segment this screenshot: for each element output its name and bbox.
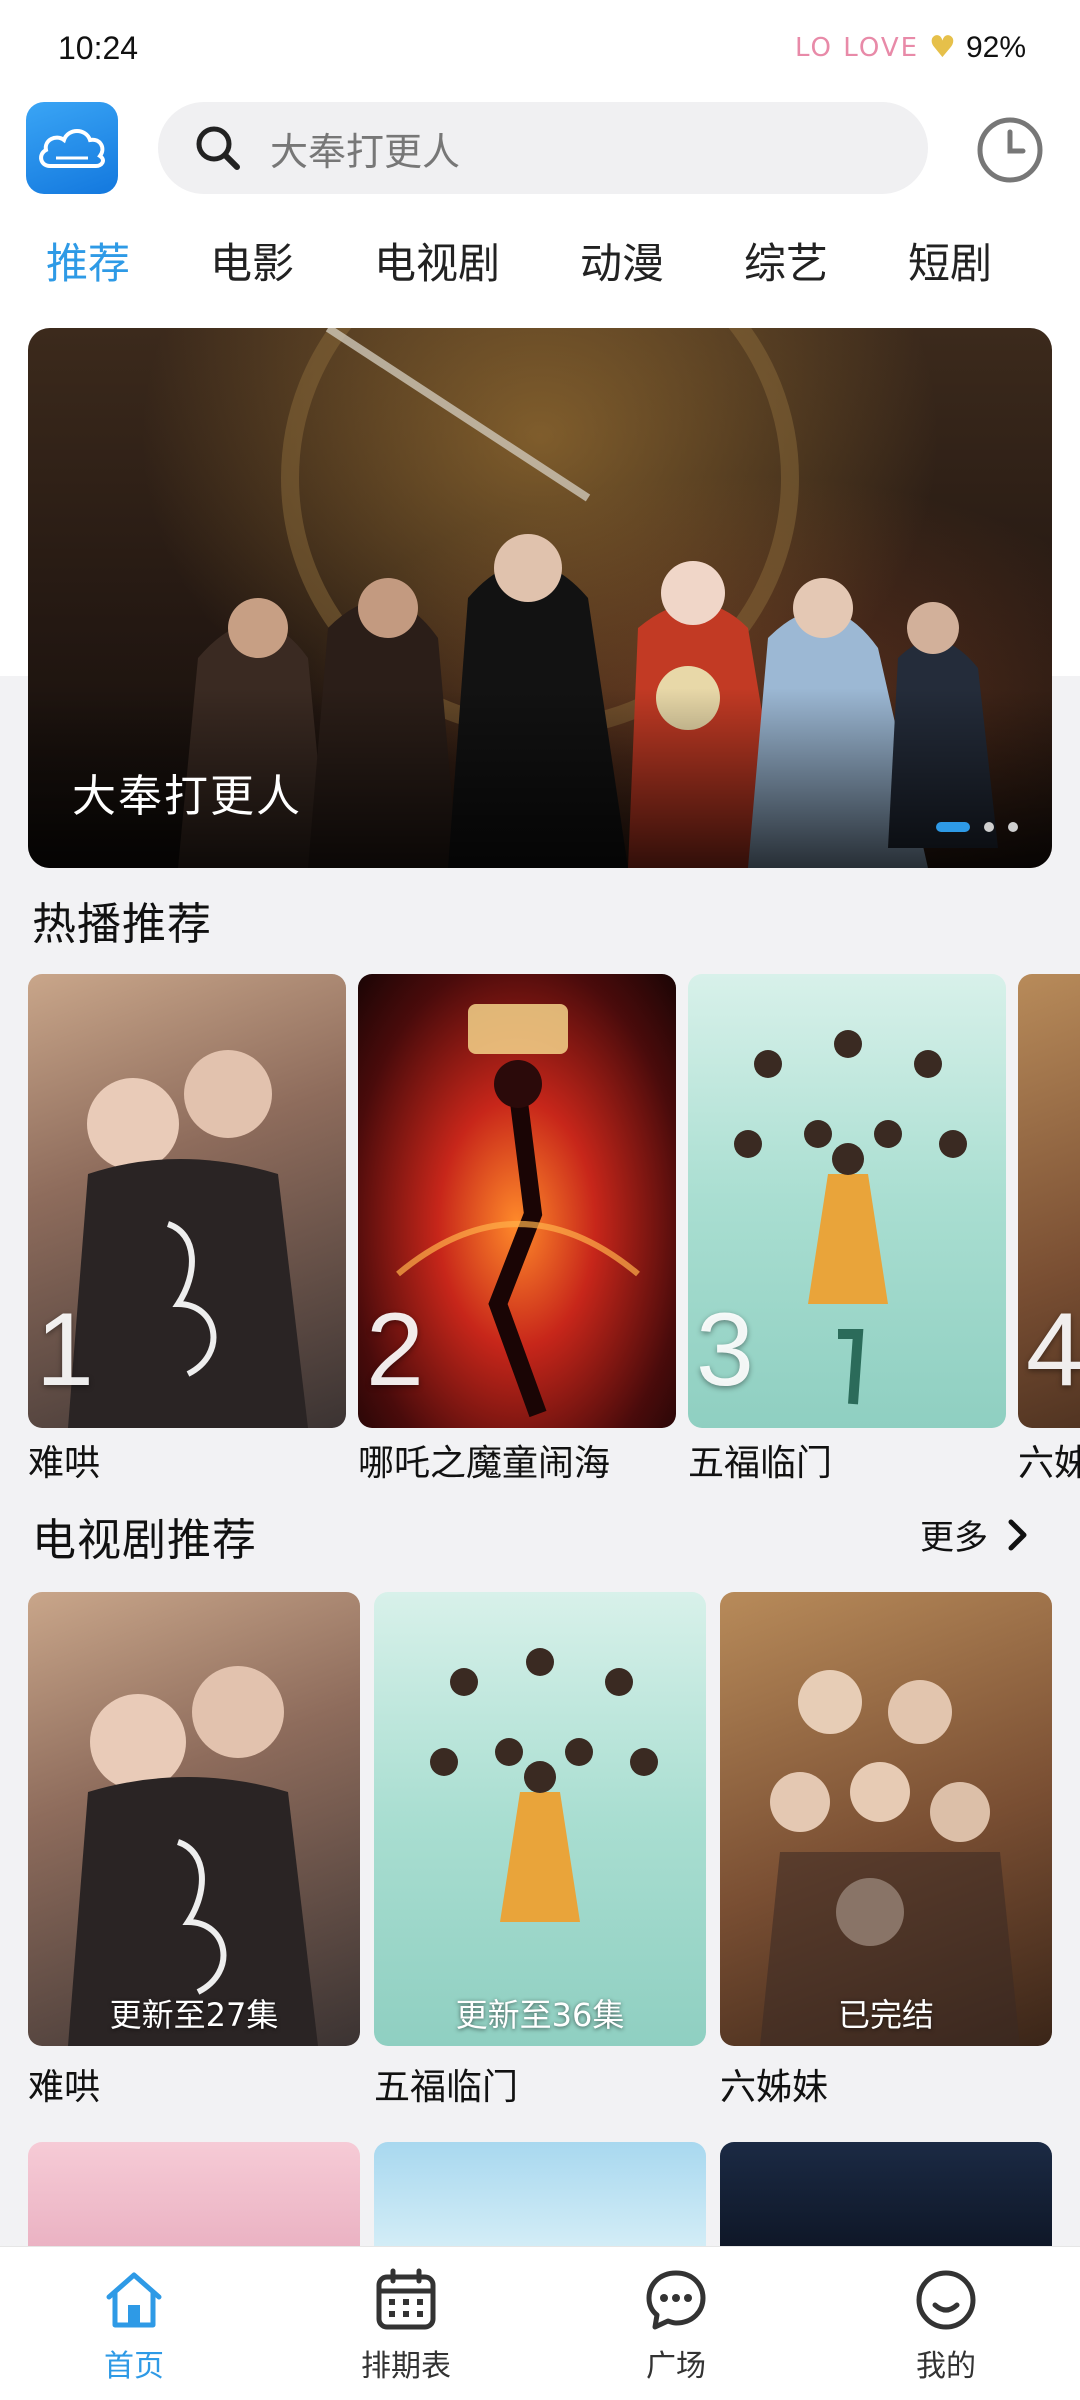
hot-section-title: 热播推荐 — [32, 899, 212, 950]
poster-art — [68, 1666, 318, 2046]
tab-movie[interactable]: 电影 — [210, 230, 294, 291]
battery-level: 92% — [965, 30, 1026, 64]
tv-section-title: 电视剧推荐 — [32, 1515, 257, 1566]
rank-number: 2 — [366, 1292, 424, 1408]
battery-heart-icon: ♥ — [929, 30, 956, 65]
nav-label: 广场 — [646, 2349, 706, 2384]
tv-item-title: 六姊妹 — [720, 2067, 829, 2108]
more-label: 更多 — [920, 1518, 988, 1558]
tv-item[interactable]: 已完结 六姊妹 — [720, 1592, 1052, 2110]
poster-image: 已完结 — [720, 1592, 1052, 2046]
tv-more-link[interactable]: 更多 — [920, 1510, 1030, 1559]
status-bar: 10:24 LO LOVE ♥ 92% — [0, 0, 1080, 96]
calendar-icon — [376, 2268, 436, 2330]
hot-item[interactable]: 4 六姊妹 — [1018, 974, 1080, 1486]
home-icon — [106, 2272, 162, 2328]
tv-item-peek[interactable] — [28, 2142, 360, 2252]
tab-recommend[interactable]: 推荐 — [46, 230, 130, 291]
episode-badge: 更新至27集 — [109, 1996, 279, 2034]
poster-image: 1 — [28, 974, 346, 1428]
poster-image: 4 — [1018, 974, 1080, 1428]
banner-title: 大奉打更人 — [72, 771, 302, 822]
tab-variety[interactable]: 综艺 — [744, 230, 828, 291]
hot-item-title: 哪吒之魔童闹海 — [358, 1443, 611, 1484]
rank-number: 1 — [36, 1292, 94, 1408]
poster-art — [760, 1670, 1020, 2046]
poster-image: 更新至36集 — [374, 1592, 706, 2046]
hot-item[interactable]: 1 难哄 — [28, 974, 346, 1486]
banner-pagination — [936, 822, 1018, 832]
tv-item-peek[interactable] — [720, 2142, 1052, 2252]
bottom-navigation: 首页 排期表 广场 我的 — [0, 2246, 1080, 2400]
hero-banner[interactable]: 大奉打更人 — [28, 328, 1052, 868]
episode-badge: 已完结 — [837, 1996, 934, 2034]
poster-art — [430, 1648, 658, 1922]
smile-icon — [916, 2270, 976, 2330]
hot-item-title: 难哄 — [28, 1443, 101, 1484]
tv-item[interactable]: 更新至36集 五福临门 — [374, 1592, 706, 2110]
hot-carousel[interactable]: 1 难哄 2 哪吒之魔童闹海 3 五福临门 4 六姊 — [0, 974, 1080, 1494]
search-input[interactable]: 大奉打更人 — [158, 102, 928, 194]
episode-badge: 更新至36集 — [455, 1996, 625, 2034]
nav-label: 首页 — [104, 2349, 164, 2384]
tv-item-peek[interactable] — [374, 2142, 706, 2252]
status-icons: LO LOVE ♥ 92% — [795, 30, 1026, 65]
poster-image: 3 — [688, 974, 1006, 1428]
status-deco: LO LOVE — [794, 32, 920, 63]
search-icon — [196, 126, 240, 170]
tv-item[interactable]: 更新至27集 难哄 — [28, 1592, 360, 2110]
nav-schedule[interactable]: 排期表 — [326, 2265, 486, 2385]
tab-anime[interactable]: 动漫 — [580, 230, 664, 291]
chevron-right-icon — [1008, 1519, 1027, 1550]
pagination-dot — [984, 822, 994, 832]
rank-number: 4 — [1026, 1292, 1080, 1408]
tv-item-title: 难哄 — [28, 2067, 101, 2108]
cloud-icon — [39, 129, 105, 168]
tv-item-title: 五福临门 — [374, 2067, 519, 2108]
status-time: 10:24 — [58, 30, 139, 66]
app-logo[interactable] — [26, 102, 118, 194]
poster-image: 更新至27集 — [28, 1592, 360, 2046]
hot-item[interactable]: 3 五福临门 — [688, 974, 1006, 1486]
hot-item-title: 六姊妹 — [1018, 1443, 1080, 1484]
history-clock-icon[interactable] — [974, 114, 1046, 186]
nav-label: 排期表 — [361, 2349, 451, 2384]
chat-icon — [646, 2270, 706, 2330]
poster-image: 2 — [358, 974, 676, 1428]
nav-profile[interactable]: 我的 — [866, 2265, 1026, 2385]
hot-item[interactable]: 2 哪吒之魔童闹海 — [358, 974, 676, 1486]
tab-tv-series[interactable]: 电视剧 — [374, 230, 500, 291]
hot-item-title: 五福临门 — [688, 1443, 833, 1484]
tab-short-drama[interactable]: 短剧 — [908, 230, 992, 291]
nav-square[interactable]: 广场 — [596, 2265, 756, 2385]
search-placeholder: 大奉打更人 — [270, 129, 461, 174]
category-tabs: 推荐 电影 电视剧 动漫 综艺 短剧 — [0, 230, 1080, 300]
nav-home[interactable]: 首页 — [54, 2265, 214, 2385]
pagination-dot-active — [936, 822, 970, 832]
rank-number: 3 — [696, 1292, 754, 1408]
pagination-dot — [1008, 822, 1018, 832]
nav-label: 我的 — [916, 2349, 976, 2384]
